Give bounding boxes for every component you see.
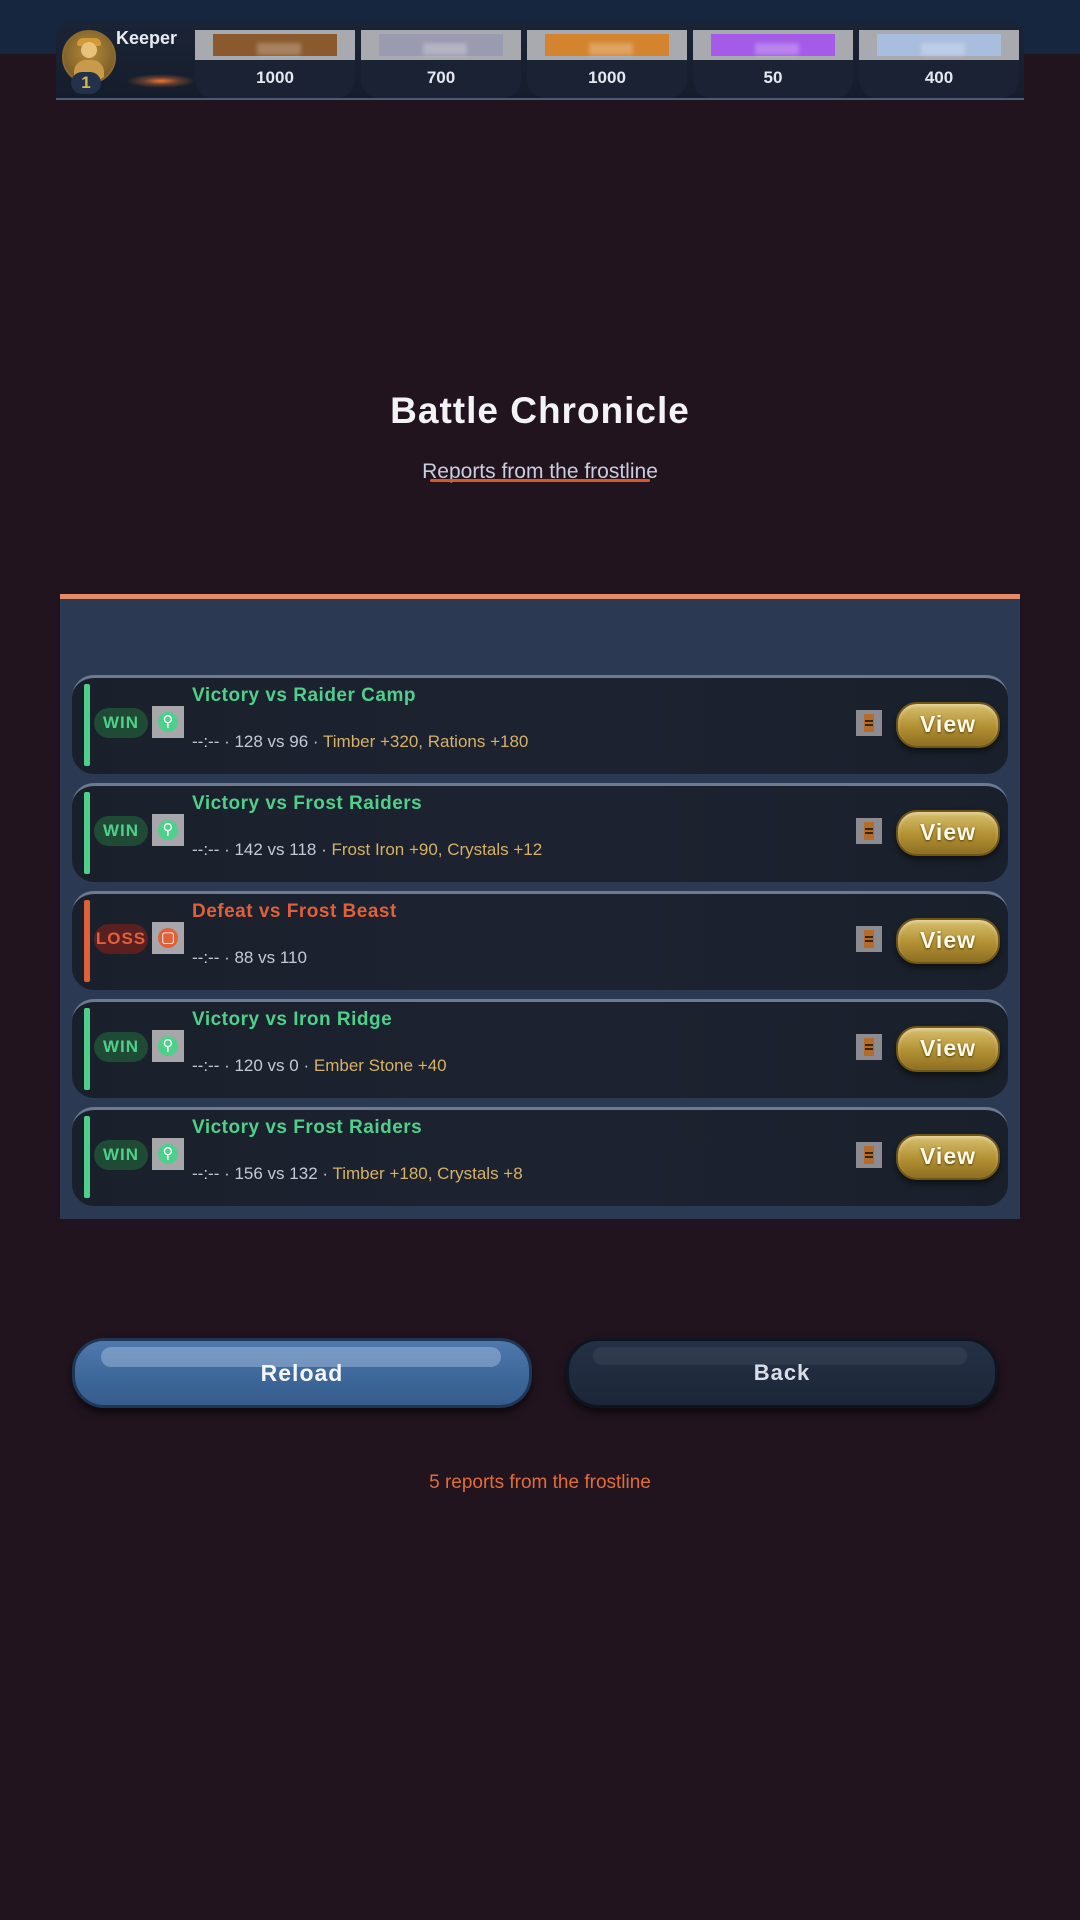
report-row[interactable]: LOSS ▢ Defeat vs Frost Beast --:-- · 88 … (72, 891, 1008, 990)
report-meta: --:-- · 128 vs 96 · Timber +320, Rations… (192, 732, 528, 752)
report-loot: Ember Stone +40 (313, 1056, 447, 1075)
result-stripe (84, 684, 90, 766)
report-stats: --:-- · 120 vs 0 · (192, 1056, 314, 1075)
result-badge: WIN (94, 1032, 148, 1062)
result-icon: ⚲ (152, 706, 184, 738)
scroll-icon[interactable] (856, 1034, 882, 1060)
result-badge: WIN (94, 816, 148, 846)
view-report-button[interactable]: View (896, 702, 1000, 748)
resource-bar (859, 30, 1019, 60)
sword-icon: ⚲ (162, 821, 174, 838)
scroll-icon[interactable] (856, 818, 882, 844)
sword-icon: ⚲ (162, 713, 174, 730)
report-meta: --:-- · 120 vs 0 · Ember Stone +40 (192, 1056, 447, 1076)
report-title: Victory vs Raider Camp (192, 685, 416, 706)
player-name: Keeper (116, 28, 178, 48)
result-stripe (84, 792, 90, 874)
stone-icon (379, 34, 503, 56)
resource-bar (693, 30, 853, 60)
result-stripe (84, 1008, 90, 1090)
reload-button[interactable]: Reload (72, 1338, 532, 1408)
resource-value: 700 (426, 68, 456, 87)
report-row[interactable]: WIN ⚲ Victory vs Raider Camp --:-- · 128… (72, 675, 1008, 774)
resource-value: 50 (763, 68, 783, 87)
avatar-head (81, 42, 97, 58)
resource-frost[interactable]: 400 (859, 30, 1019, 98)
reports-panel: WIN ⚲ Victory vs Raider Camp --:-- · 128… (60, 594, 1020, 1219)
subtitle-underline (430, 479, 650, 482)
report-meta: --:-- · 156 vs 132 · Timber +180, Crysta… (192, 1164, 523, 1184)
sword-icon: ⚲ (162, 1145, 174, 1162)
report-meta: --:-- · 142 vs 118 · Frost Iron +90, Cry… (192, 840, 542, 860)
report-title: Victory vs Frost Raiders (192, 793, 423, 814)
player-hud: 1 Keeper 620 1000 700 1000 50 400 (56, 22, 1024, 100)
report-title: Victory vs Frost Raiders (192, 1117, 423, 1138)
view-report-button[interactable]: View (896, 918, 1000, 964)
back-button[interactable]: Back (566, 1338, 998, 1408)
result-badge: WIN (94, 708, 148, 738)
report-title: Victory vs Iron Ridge (192, 1009, 393, 1030)
reload-label: Reload (260, 1360, 344, 1386)
view-report-button[interactable]: View (896, 1134, 1000, 1180)
power-glow-icon (126, 74, 196, 88)
resource-bar (195, 30, 355, 60)
report-row[interactable]: WIN ⚲ Victory vs Frost Raiders --:-- · 1… (72, 783, 1008, 882)
resource-ember[interactable]: 1000 (527, 30, 687, 98)
report-loot: Timber +180, Crystals +8 (332, 1164, 523, 1183)
crystal-icon (711, 34, 835, 56)
resource-bar (361, 30, 521, 60)
resource-timber[interactable]: 1000 (195, 30, 355, 98)
back-label: Back (753, 1360, 811, 1385)
timber-icon (213, 34, 337, 56)
scroll-icon[interactable] (856, 1142, 882, 1168)
scroll-icon[interactable] (856, 710, 882, 736)
resource-bar (527, 30, 687, 60)
report-meta: --:-- · 88 vs 110 (192, 948, 307, 968)
resource-value: 1000 (256, 68, 294, 87)
scroll-icon[interactable] (856, 926, 882, 952)
result-icon: ▢ (152, 922, 184, 954)
reports-count-status: 5 reports from the frostline (429, 1472, 651, 1493)
report-stats: --:-- · 128 vs 96 · (192, 732, 323, 751)
result-badge: LOSS (94, 924, 148, 954)
view-report-button[interactable]: View (896, 810, 1000, 856)
result-icon: ⚲ (152, 1138, 184, 1170)
resource-crystal[interactable]: 50 (693, 30, 853, 98)
view-report-button[interactable]: View (896, 1026, 1000, 1072)
report-row[interactable]: WIN ⚲ Victory vs Frost Raiders --:-- · 1… (72, 1107, 1008, 1206)
result-icon: ⚲ (152, 814, 184, 846)
resource-value: 1000 (588, 68, 626, 87)
result-icon: ⚲ (152, 1030, 184, 1062)
sword-icon: ⚲ (162, 1037, 174, 1054)
result-stripe (84, 1116, 90, 1198)
result-stripe (84, 900, 90, 982)
resource-value: 400 (924, 68, 954, 87)
report-stats: --:-- · 88 vs 110 (192, 948, 307, 967)
shield-broken-icon: ▢ (160, 929, 176, 946)
result-badge: WIN (94, 1140, 148, 1170)
ember-icon (545, 34, 669, 56)
frost-icon (877, 34, 1001, 56)
report-stats: --:-- · 142 vs 118 · (192, 840, 332, 859)
resource-stone[interactable]: 700 (361, 30, 521, 98)
report-row[interactable]: WIN ⚲ Victory vs Iron Ridge --:-- · 120 … (72, 999, 1008, 1098)
report-loot: Timber +320, Rations +180 (323, 732, 529, 751)
report-stats: --:-- · 156 vs 132 · (192, 1164, 333, 1183)
player-level-badge: 1 (71, 72, 101, 94)
page-title: Battle Chronicle (390, 390, 690, 431)
report-loot: Frost Iron +90, Crystals +12 (331, 840, 543, 859)
report-title: Defeat vs Frost Beast (192, 901, 397, 922)
